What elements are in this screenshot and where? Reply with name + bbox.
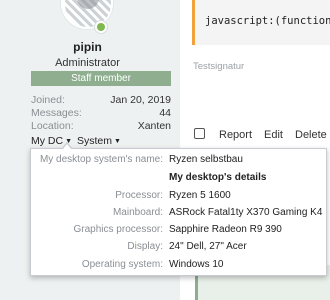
tooltip-value: Windows 10 <box>169 259 224 270</box>
stat-joined: Joined: Jan 20, 2019 <box>31 94 171 106</box>
staff-badge: Staff member <box>31 71 171 86</box>
stat-label: Joined: <box>31 94 65 106</box>
tooltip-label: Processor: <box>115 190 163 201</box>
tooltip-heading-text: My desktop's details <box>169 172 267 183</box>
tooltip-label: Operating system: <box>81 259 163 270</box>
tooltip-heading: My desktop's details <box>31 172 328 186</box>
system-dropdown[interactable]: System ▼ <box>77 135 121 147</box>
stat-label: Location: <box>31 120 74 132</box>
online-status-icon <box>94 20 108 34</box>
signature: Testsignatur <box>193 61 245 72</box>
delete-link[interactable]: Delete <box>295 129 327 141</box>
tooltip-row-processor: Processor: Ryzen 5 1600 <box>31 190 328 204</box>
stat-value: Jan 20, 2019 <box>110 94 171 106</box>
stat-messages: Messages: 44 <box>31 107 171 119</box>
tooltip-row-mainboard: Mainboard: ASRock Fatal1ty X370 Gaming K… <box>31 207 328 221</box>
dropdown-label: My DC <box>31 135 64 147</box>
tooltip-value: Ryzen 5 1600 <box>169 190 231 201</box>
tooltip-value: Sapphire Radeon R9 390 <box>169 224 282 235</box>
tooltip-label: Graphics processor: <box>73 224 163 235</box>
user-role: Administrator <box>55 57 120 69</box>
select-checkbox[interactable] <box>194 128 205 139</box>
system-details-tooltip: My desktop system's name: Ryzen selbstba… <box>30 142 328 276</box>
edit-link[interactable]: Edit <box>264 129 283 141</box>
tooltip-row-display: Display: 24" Dell, 27" Acer <box>31 241 328 255</box>
tooltip-value: Ryzen selbstbau <box>169 154 243 165</box>
stat-location: Location: Xanten <box>31 120 171 132</box>
tooltip-value: 24" Dell, 27" Acer <box>169 241 247 252</box>
stat-value: Xanten <box>137 120 171 132</box>
dropdown-label: System <box>77 135 113 147</box>
caret-down-icon: ▼ <box>114 138 121 145</box>
code-text: javascript:(function <box>205 15 330 27</box>
tooltip-value: ASRock Fatal1ty X370 Gaming K4 <box>169 207 323 218</box>
tooltip-label: Mainboard: <box>112 207 163 218</box>
stat-value: 44 <box>159 107 171 119</box>
code-block[interactable]: javascript:(function <box>192 0 330 45</box>
report-link[interactable]: Report <box>219 129 252 141</box>
stat-label: Messages: <box>31 107 82 119</box>
tooltip-row-graphics: Graphics processor: Sapphire Radeon R9 3… <box>31 224 328 238</box>
post-actions: Report Edit Delete <box>194 128 330 141</box>
username[interactable]: pipin <box>0 40 175 54</box>
tooltip-row-system-name: My desktop system's name: Ryzen selbstba… <box>31 154 328 168</box>
tooltip-label: My desktop system's name: <box>39 154 163 165</box>
tooltip-row-os: Operating system: Windows 10 <box>31 259 328 273</box>
tooltip-label: Display: <box>127 241 163 252</box>
